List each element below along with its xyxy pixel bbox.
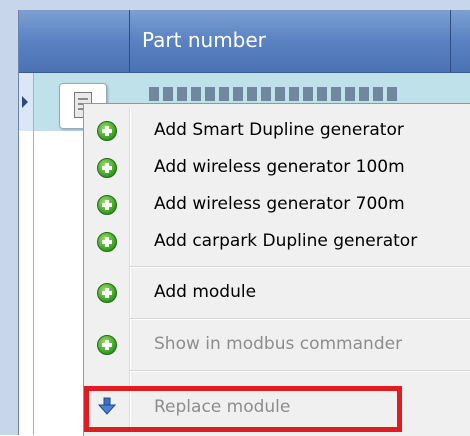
menu-item-add-wireless-generator-700m[interactable]: Add wireless generator 700m [84, 186, 470, 222]
menu-item-label: Add Smart Dupline generator [154, 120, 404, 140]
menu-item-add-wireless-generator-100m[interactable]: Add wireless generator 100m [84, 149, 470, 185]
menu-separator [130, 266, 470, 268]
menu-item-label: Add module [154, 282, 257, 302]
add-plus-icon [97, 121, 117, 141]
window-left-edge [0, 0, 18, 435]
menu-item-add-carpark-dupline-generator[interactable]: Add carpark Dupline generator [84, 223, 470, 259]
menu-item-label: Add wireless generator 100m [154, 157, 405, 177]
menu-item-add-smart-dupline-generator[interactable]: Add Smart Dupline generator [84, 112, 470, 148]
add-plus-icon [97, 232, 117, 252]
column-header-part-number[interactable]: Part number [130, 10, 451, 72]
menu-item-add-module[interactable]: Add module [84, 274, 470, 310]
menu-separator [130, 318, 470, 320]
add-plus-icon [97, 283, 117, 303]
grid-header-selector-column[interactable] [19, 10, 130, 72]
add-plus-icon [97, 335, 117, 355]
grid-header-row: Part number [19, 10, 470, 73]
replace-module-highlight [84, 386, 402, 432]
application-window: Part number Add Smart Dupline generator … [0, 0, 470, 436]
part-number-cell-obscured [149, 87, 399, 101]
add-plus-icon [97, 158, 117, 178]
current-row-arrow-icon [22, 96, 28, 108]
window-top-edge [0, 0, 470, 10]
column-header-label: Part number [142, 28, 266, 52]
row-selector-column-line [33, 131, 34, 435]
menu-item-label: Show in modbus commander [154, 334, 403, 354]
menu-separator [130, 370, 470, 372]
context-menu: Add Smart Dupline generator Add wireless… [83, 103, 470, 436]
row-selector[interactable] [19, 73, 34, 131]
menu-item-show-in-modbus-commander[interactable]: Show in modbus commander [84, 326, 470, 362]
menu-item-label: Add wireless generator 700m [154, 194, 405, 214]
column-header-next[interactable] [451, 10, 470, 72]
add-plus-icon [97, 195, 117, 215]
menu-item-label: Add carpark Dupline generator [154, 231, 418, 251]
